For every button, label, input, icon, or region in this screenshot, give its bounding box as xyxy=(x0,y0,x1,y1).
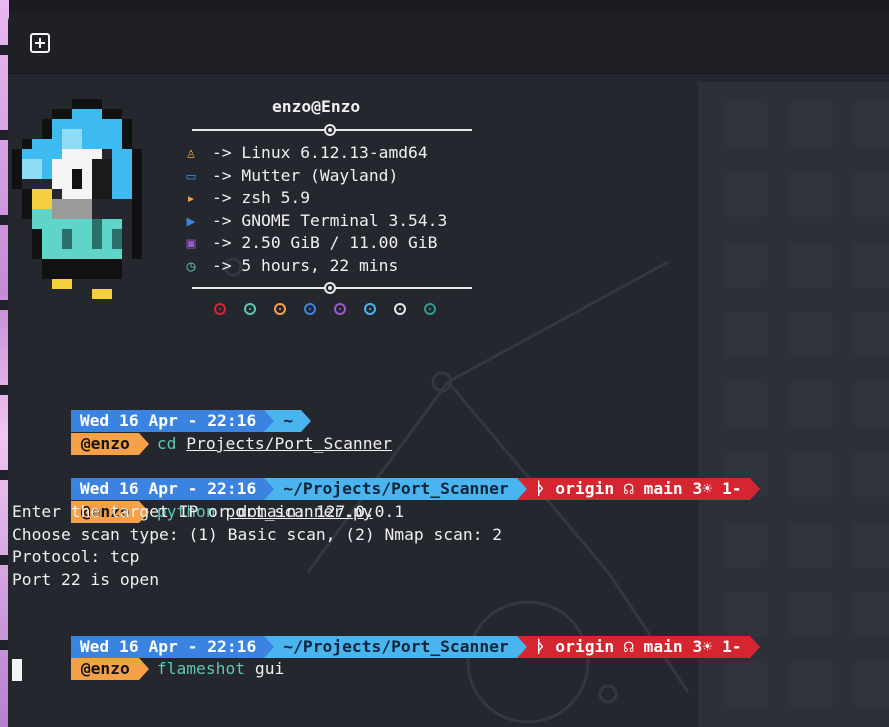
command-argument: gui xyxy=(254,659,285,678)
terminal-content[interactable]: enzo@Enzo ♙ -> Linux 6.12.13-amd64 ▭ -> Mut… xyxy=(12,12,882,727)
prompt-status-bar: Wed 16 Apr - 22:16 ~/Projects/Port_Scanne… xyxy=(12,456,760,500)
command-line: @enzo cd Projects/Port_Scanner xyxy=(12,411,392,455)
fetch-info-line: -> 5 hours, 22 mins xyxy=(212,256,399,275)
command-argument: Projects/Port_Scanner xyxy=(186,434,393,453)
git-status: ᚦ origin ☊ main 3☀ 1- xyxy=(526,478,750,500)
prompt-user: @enzo xyxy=(70,658,139,680)
prompt-user: @enzo xyxy=(70,433,139,455)
fetch-info-line: -> 2.50 GiB / 11.00 GiB xyxy=(212,233,438,253)
divider-knob-icon xyxy=(324,124,336,136)
terminal-window: enzo@Enzo ♙ -> Linux 6.12.13-amd64 ▭ -> Mut… xyxy=(8,12,889,727)
color-swatch-icon xyxy=(364,303,376,315)
command-line: @enzo flameshot gui xyxy=(12,636,284,680)
prompt-status-bar: Wed 16 Apr - 22:16 ~/Projects/Port_Scanne… xyxy=(12,614,760,658)
uptime-icon: ◷ xyxy=(186,257,196,275)
output-line: Enter the target IP or domain: 127.0.0.1 xyxy=(12,502,405,521)
color-swatch-icon xyxy=(424,303,436,315)
fetch-info-line: -> Linux 6.12.13-amd64 xyxy=(212,143,428,162)
fetch-info-line: -> Mutter (Wayland) xyxy=(212,165,399,185)
output-line: Port 22 is open xyxy=(12,570,160,589)
memory-icon: ▣ xyxy=(186,234,196,253)
color-swatch-icon xyxy=(334,303,346,315)
command-line: @enzo python port_scanner.py xyxy=(12,479,373,523)
text-cursor xyxy=(12,659,22,681)
color-swatch-icon xyxy=(304,303,316,315)
fetch-info-line: -> zsh 5.9 xyxy=(212,188,311,208)
color-swatch-icon xyxy=(244,303,256,315)
output-line: Choose scan type: (1) Basic scan, (2) Nm… xyxy=(12,525,503,544)
command-name: cd xyxy=(156,434,177,453)
terminal-icon: ▶ xyxy=(186,211,196,230)
fetch-info-line: -> GNOME Terminal 3.54.3 xyxy=(212,210,448,230)
divider-knob-icon xyxy=(324,282,336,294)
color-swatch-icon xyxy=(274,303,286,315)
shell-icon: ▸ xyxy=(186,189,196,208)
prompt-status-bar: Wed 16 Apr - 22:16 ~ xyxy=(12,388,312,432)
window-manager-icon: ▭ xyxy=(186,166,196,185)
git-status: ᚦ origin ☊ main 3☀ 1- xyxy=(526,636,750,658)
prompt-directory: ~/Projects/Port_Scanner xyxy=(274,636,517,658)
color-swatch-icon xyxy=(394,303,406,315)
distro-icon: ♙ xyxy=(186,144,196,162)
fetch-header: enzo@Enzo xyxy=(272,97,361,116)
color-swatch-icon xyxy=(214,303,226,315)
pixel-art-logo xyxy=(12,99,142,299)
command-name: flameshot xyxy=(156,659,246,678)
output-line: Protocol: tcp xyxy=(12,547,140,566)
